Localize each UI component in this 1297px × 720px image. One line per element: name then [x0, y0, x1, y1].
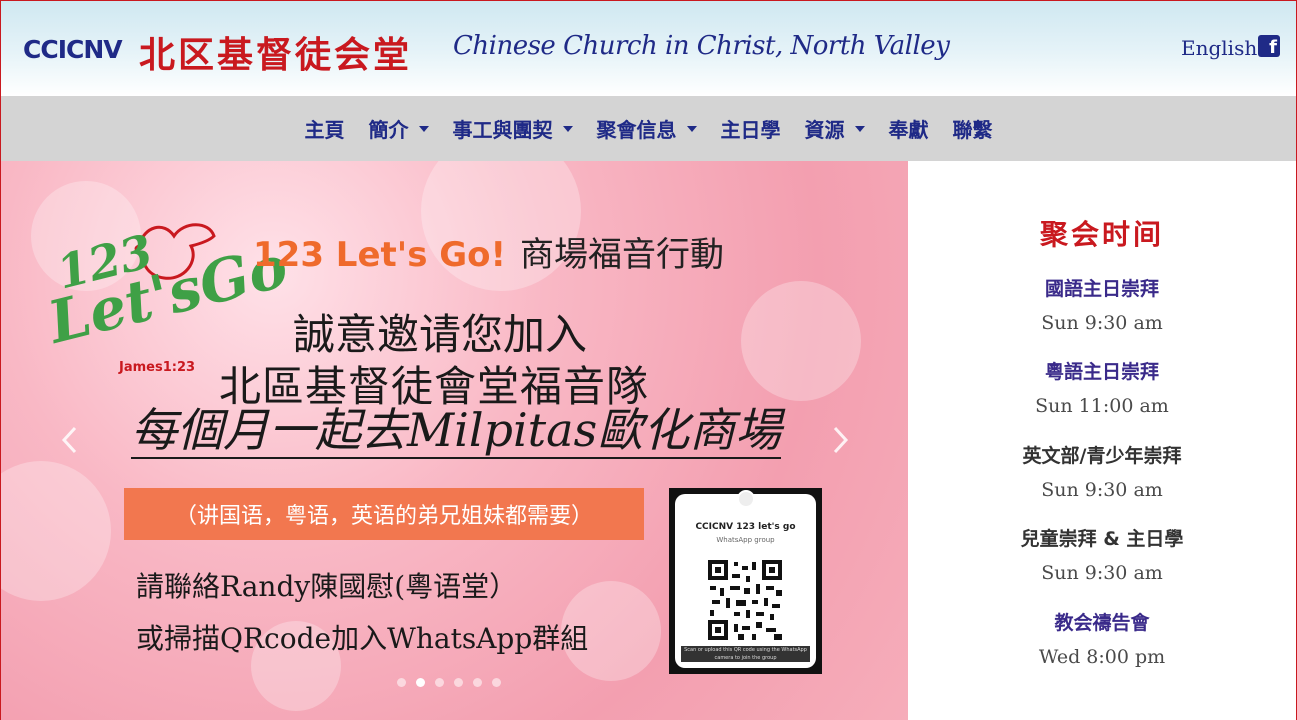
service-name-prayer: 教会禱告會 [1054, 612, 1150, 634]
hero-carousel[interactable]: 123 Let'sGo James1:23 123 Let's Go! 商場福音行… [1, 161, 908, 720]
nav-item-label: 簡介 [368, 118, 409, 142]
site-header: CCICNV 北区基督徒会堂 Chinese Church in Christ,… [1, 1, 1296, 96]
qr-title: CCICNV 123 let's go [695, 522, 796, 532]
qr-footer: Scan or upload this QR code using the Wh… [681, 646, 810, 662]
chevron-down-icon [562, 125, 573, 132]
chevron-down-icon [854, 125, 865, 132]
nav-item-home[interactable]: 主頁 [305, 114, 345, 143]
nav-item-label: 奉獻 [888, 118, 929, 142]
service-times-panel: 聚会时间 國語主日崇拜 Sun 9:30 am 粵語主日崇拜 Sun 11:00… [908, 161, 1296, 720]
service-time-prayer: Wed 8:00 pm [1038, 646, 1166, 668]
nav-item-label: 聚會信息 [596, 118, 677, 142]
language-switch-link[interactable]: English [1181, 36, 1257, 60]
service-time-english-youth: Sun 9:30 am [1041, 479, 1163, 501]
nav-item-ministries[interactable]: 事工與團契 [453, 114, 573, 143]
carousel-dot-active[interactable] [416, 678, 425, 687]
main-nav: 主頁 簡介 事工與團契 聚會信息 主日學 資源 奉獻 聯繫 [1, 96, 1296, 161]
nav-item-sunday-school[interactable]: 主日學 [721, 114, 781, 143]
carousel-dot[interactable] [473, 678, 482, 687]
carousel-dot[interactable] [492, 678, 501, 687]
nav-item-label: 主頁 [304, 118, 345, 142]
site-title-english: Chinese Church in Christ, North Valley [453, 31, 950, 61]
nav-item-label: 主日學 [720, 118, 781, 142]
nav-item-about[interactable]: 簡介 [369, 114, 429, 143]
slide-title: 123 Let's Go! 商場福音行動 [253, 227, 724, 276]
slide-language-banner: （讲国语，粤语，英语的弟兄姐妹都需要） [124, 488, 644, 540]
service-time-mandarin: Sun 9:30 am [1041, 312, 1163, 334]
bokeh-decoration [741, 281, 861, 401]
nav-item-label: 聯繫 [952, 118, 993, 142]
nav-item-label: 資源 [804, 118, 845, 142]
avatar [737, 490, 755, 508]
chevron-left-icon [61, 426, 77, 454]
carousel-dot[interactable] [435, 678, 444, 687]
slide-title-chinese: 商場福音行動 [520, 235, 725, 275]
service-name-cantonese: 粵語主日崇拜 [1044, 361, 1159, 383]
service-time-children: Sun 9:30 am [1041, 562, 1163, 584]
service-name-children: 兒童崇拜 & 主日學 [1020, 528, 1184, 550]
carousel-next-button[interactable] [829, 425, 851, 455]
carousel-dot[interactable] [454, 678, 463, 687]
slide-location-line: 每個月一起去Milpitas歐化商場 [131, 403, 782, 459]
logo-verse: James1:23 [119, 360, 196, 375]
logo-text: CCICNV [23, 34, 123, 64]
nav-item-contact[interactable]: 聯繫 [953, 114, 993, 143]
carousel-dot[interactable] [397, 678, 406, 687]
site-logo[interactable]: CCICNV [23, 31, 123, 67]
carousel-indicators [397, 678, 501, 687]
nav-item-label: 事工與團契 [452, 118, 553, 142]
slide-qr-instruction: 或掃描QRcode加入WhatsApp群組 [136, 622, 589, 655]
nav-item-offering[interactable]: 奉獻 [889, 114, 929, 143]
nav-item-meetings[interactable]: 聚會信息 [597, 114, 697, 143]
service-time-cantonese: Sun 11:00 am [1035, 395, 1169, 417]
carousel-prev-button[interactable] [59, 425, 81, 455]
qr-code-icon [708, 560, 782, 640]
site-title-chinese: 北区基督徒会堂 [139, 34, 413, 76]
service-name-mandarin: 國語主日崇拜 [1044, 278, 1159, 300]
qr-card: CCICNV 123 let's go WhatsApp group Scan … [669, 488, 822, 674]
nav-item-resources[interactable]: 資源 [805, 114, 865, 143]
service-times-heading: 聚会时间 [1039, 218, 1164, 251]
slide-title-english: 123 Let's Go! [253, 235, 507, 275]
qr-subtitle: WhatsApp group [716, 536, 775, 544]
bokeh-decoration [1, 461, 111, 601]
slide-contact-line: 請聯絡Randy陳國慰(粵语堂） [136, 570, 518, 603]
facebook-icon[interactable]: f [1258, 35, 1280, 57]
service-name-english-youth: 英文部/青少年崇拜 [1022, 445, 1182, 467]
chevron-down-icon [686, 125, 697, 132]
chevron-right-icon [833, 426, 849, 454]
chevron-down-icon [418, 125, 429, 132]
